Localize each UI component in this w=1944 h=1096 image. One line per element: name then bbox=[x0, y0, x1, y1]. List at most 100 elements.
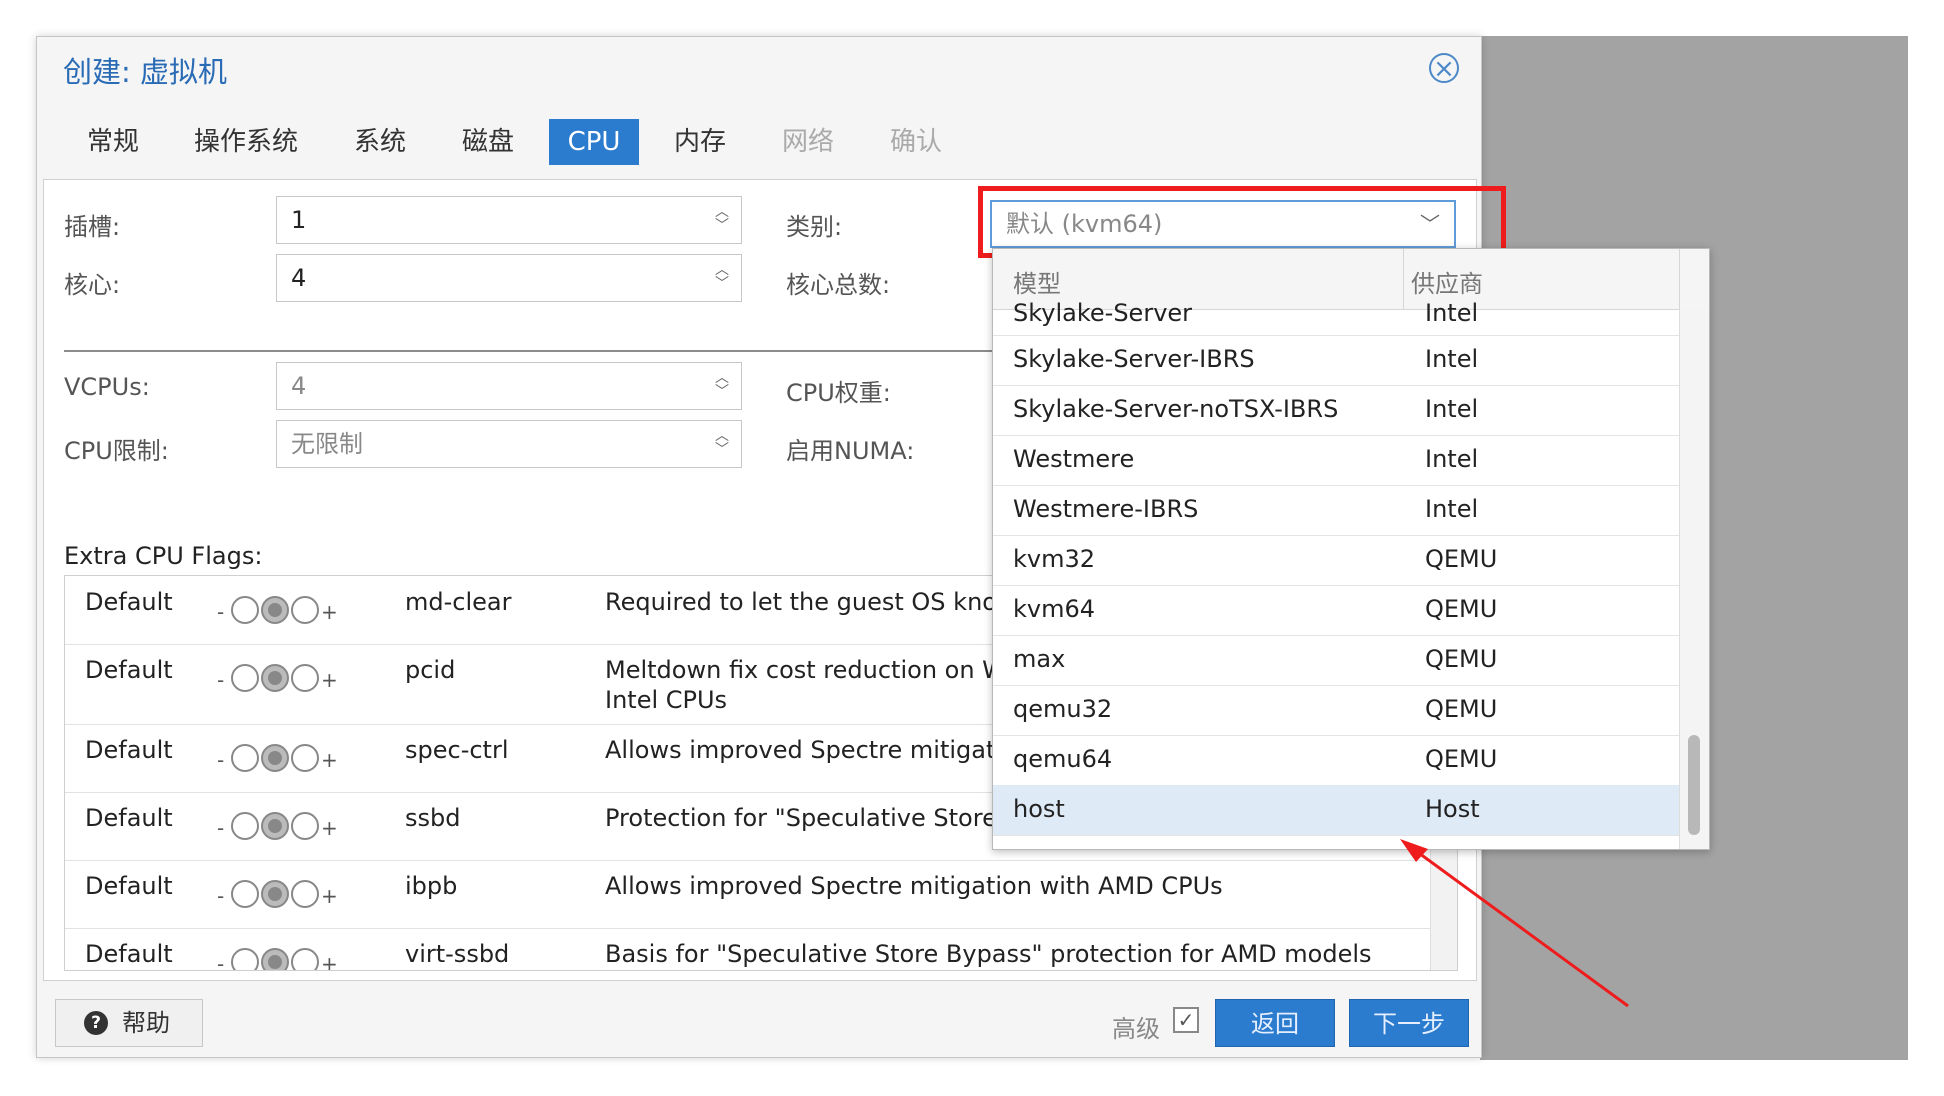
tab-cpu[interactable]: CPU bbox=[549, 119, 639, 165]
radio-on[interactable] bbox=[291, 596, 319, 624]
radio-on[interactable] bbox=[291, 948, 319, 970]
radio-off[interactable] bbox=[231, 812, 259, 840]
column-header-model[interactable]: 模型 bbox=[1013, 264, 1061, 299]
cpu-model: Skylake-Server bbox=[1013, 299, 1193, 327]
advanced-checkbox[interactable]: ✓ bbox=[1173, 1007, 1199, 1033]
dropdown-scrollbar[interactable] bbox=[1679, 309, 1709, 849]
list-item[interactable]: Westmere Intel bbox=[993, 435, 1679, 486]
flag-desc: Basis for "Speculative Store Bypass" pro… bbox=[605, 940, 1372, 968]
type-label: 类别: bbox=[786, 213, 843, 241]
radio-default[interactable] bbox=[261, 948, 289, 970]
dialog-footer: ? 帮助 高级 ✓ 返回 下一步 bbox=[37, 987, 1481, 1057]
tab-memory[interactable]: 内存 bbox=[653, 119, 747, 165]
tab-network[interactable]: 网络 bbox=[761, 119, 855, 165]
cpu-vendor: Intel bbox=[1425, 395, 1479, 423]
cpu-model: host bbox=[1013, 795, 1065, 823]
help-button[interactable]: ? 帮助 bbox=[55, 999, 203, 1047]
flag-name: ssbd bbox=[405, 804, 461, 832]
help-icon: ? bbox=[84, 1011, 108, 1035]
table-row: Default - + virt-ssbd Basis for "Specula… bbox=[65, 928, 1457, 970]
plus-label: + bbox=[321, 884, 338, 908]
list-item[interactable]: kvm32 QEMU bbox=[993, 535, 1679, 586]
list-item[interactable]: max QEMU bbox=[993, 635, 1679, 686]
cpu-limit-input[interactable]: 无限制 ︿ ﹀ bbox=[276, 420, 742, 468]
radio-default[interactable] bbox=[261, 744, 289, 772]
tab-disk[interactable]: 磁盘 bbox=[441, 119, 535, 165]
flag-state: Default bbox=[85, 656, 173, 684]
vcpus-input[interactable]: 4 ︿ ﹀ bbox=[276, 362, 742, 410]
sockets-input[interactable]: 1 ︿ ﹀ bbox=[276, 196, 742, 244]
cpu-vendor: Intel bbox=[1425, 345, 1479, 373]
flag-state: Default bbox=[85, 588, 173, 616]
tab-general[interactable]: 常规 bbox=[65, 119, 161, 165]
flag-toggle[interactable]: - + bbox=[217, 812, 338, 844]
cpu-vendor: Intel bbox=[1425, 299, 1479, 327]
scrollbar-thumb[interactable] bbox=[1688, 735, 1700, 835]
flag-state: Default bbox=[85, 872, 173, 900]
list-item[interactable]: kvm64 QEMU bbox=[993, 585, 1679, 636]
radio-default[interactable] bbox=[261, 880, 289, 908]
minus-label: - bbox=[217, 748, 225, 772]
sockets-label: 插槽: bbox=[64, 213, 121, 241]
flag-toggle[interactable]: - + bbox=[217, 596, 338, 628]
list-item[interactable]: Skylake-Server-noTSX-IBRS Intel bbox=[993, 385, 1679, 436]
flag-name: virt-ssbd bbox=[405, 940, 510, 968]
spinner-icon[interactable]: ︿ ﹀ bbox=[715, 263, 729, 291]
close-icon[interactable]: × bbox=[1429, 53, 1459, 84]
cores-value: 4 bbox=[291, 264, 307, 292]
radio-off[interactable] bbox=[231, 880, 259, 908]
list-item[interactable]: Westmere-IBRS Intel bbox=[993, 485, 1679, 536]
back-button[interactable]: 返回 bbox=[1215, 999, 1335, 1047]
cpu-model: Skylake-Server-IBRS bbox=[1013, 345, 1255, 373]
radio-off[interactable] bbox=[231, 664, 259, 692]
flag-desc-line2: Intel CPUs bbox=[605, 686, 728, 714]
column-header-vendor[interactable]: 供应商 bbox=[1411, 264, 1483, 299]
flag-toggle[interactable]: - + bbox=[217, 664, 338, 696]
radio-off[interactable] bbox=[231, 596, 259, 624]
radio-on[interactable] bbox=[291, 812, 319, 840]
radio-default[interactable] bbox=[261, 596, 289, 624]
cores-input[interactable]: 4 ︿ ﹀ bbox=[276, 254, 742, 302]
flag-toggle[interactable]: - + bbox=[217, 880, 338, 912]
cpu-model: kvm64 bbox=[1013, 595, 1096, 623]
vcpus-label: VCPUs: bbox=[64, 373, 150, 401]
next-button[interactable]: 下一步 bbox=[1349, 999, 1469, 1047]
spinner-icon[interactable]: ︿ ﹀ bbox=[715, 205, 729, 233]
column-divider bbox=[1679, 249, 1680, 309]
list-item[interactable]: Skylake-Server-IBRS Intel bbox=[993, 335, 1679, 386]
flag-toggle[interactable]: - + bbox=[217, 744, 338, 776]
flag-state: Default bbox=[85, 736, 173, 764]
radio-off[interactable] bbox=[231, 744, 259, 772]
tab-system[interactable]: 系统 bbox=[333, 119, 427, 165]
flag-desc: Allows improved Spectre mitigation with … bbox=[605, 872, 1223, 900]
tab-confirm[interactable]: 确认 bbox=[869, 119, 963, 165]
list-item[interactable]: Skylake-Server Intel bbox=[993, 299, 1679, 336]
cores-label: 核心: bbox=[64, 271, 121, 299]
radio-on[interactable] bbox=[291, 880, 319, 908]
spinner-icon[interactable]: ︿ ﹀ bbox=[715, 429, 729, 457]
radio-default[interactable] bbox=[261, 812, 289, 840]
cpu-vendor: QEMU bbox=[1425, 545, 1498, 573]
tab-os[interactable]: 操作系统 bbox=[173, 119, 319, 165]
cpu-model: qemu64 bbox=[1013, 745, 1113, 773]
plus-label: + bbox=[321, 668, 338, 692]
flags-title: Extra CPU Flags: bbox=[64, 542, 263, 570]
cpu-weight-label: CPU权重: bbox=[786, 379, 891, 407]
list-item[interactable]: qemu32 QEMU bbox=[993, 685, 1679, 736]
list-item-selected[interactable]: host Host bbox=[993, 785, 1679, 836]
plus-label: + bbox=[321, 952, 338, 971]
cpu-model: Westmere-IBRS bbox=[1013, 495, 1199, 523]
cpu-type-dropdown: 模型 供应商 Skylake-Server Intel Skylake-Serv… bbox=[992, 248, 1710, 850]
radio-on[interactable] bbox=[291, 744, 319, 772]
radio-off[interactable] bbox=[231, 948, 259, 970]
spinner-icon[interactable]: ︿ ﹀ bbox=[715, 371, 729, 399]
radio-default[interactable] bbox=[261, 664, 289, 692]
vcpus-value: 4 bbox=[291, 372, 307, 400]
sockets-value: 1 bbox=[291, 206, 307, 234]
radio-on[interactable] bbox=[291, 664, 319, 692]
cpu-limit-label: CPU限制: bbox=[64, 437, 169, 465]
flag-name: md-clear bbox=[405, 588, 512, 616]
flag-toggle[interactable]: - + bbox=[217, 948, 338, 970]
list-item[interactable]: qemu64 QEMU bbox=[993, 735, 1679, 786]
cpu-vendor: QEMU bbox=[1425, 745, 1498, 773]
